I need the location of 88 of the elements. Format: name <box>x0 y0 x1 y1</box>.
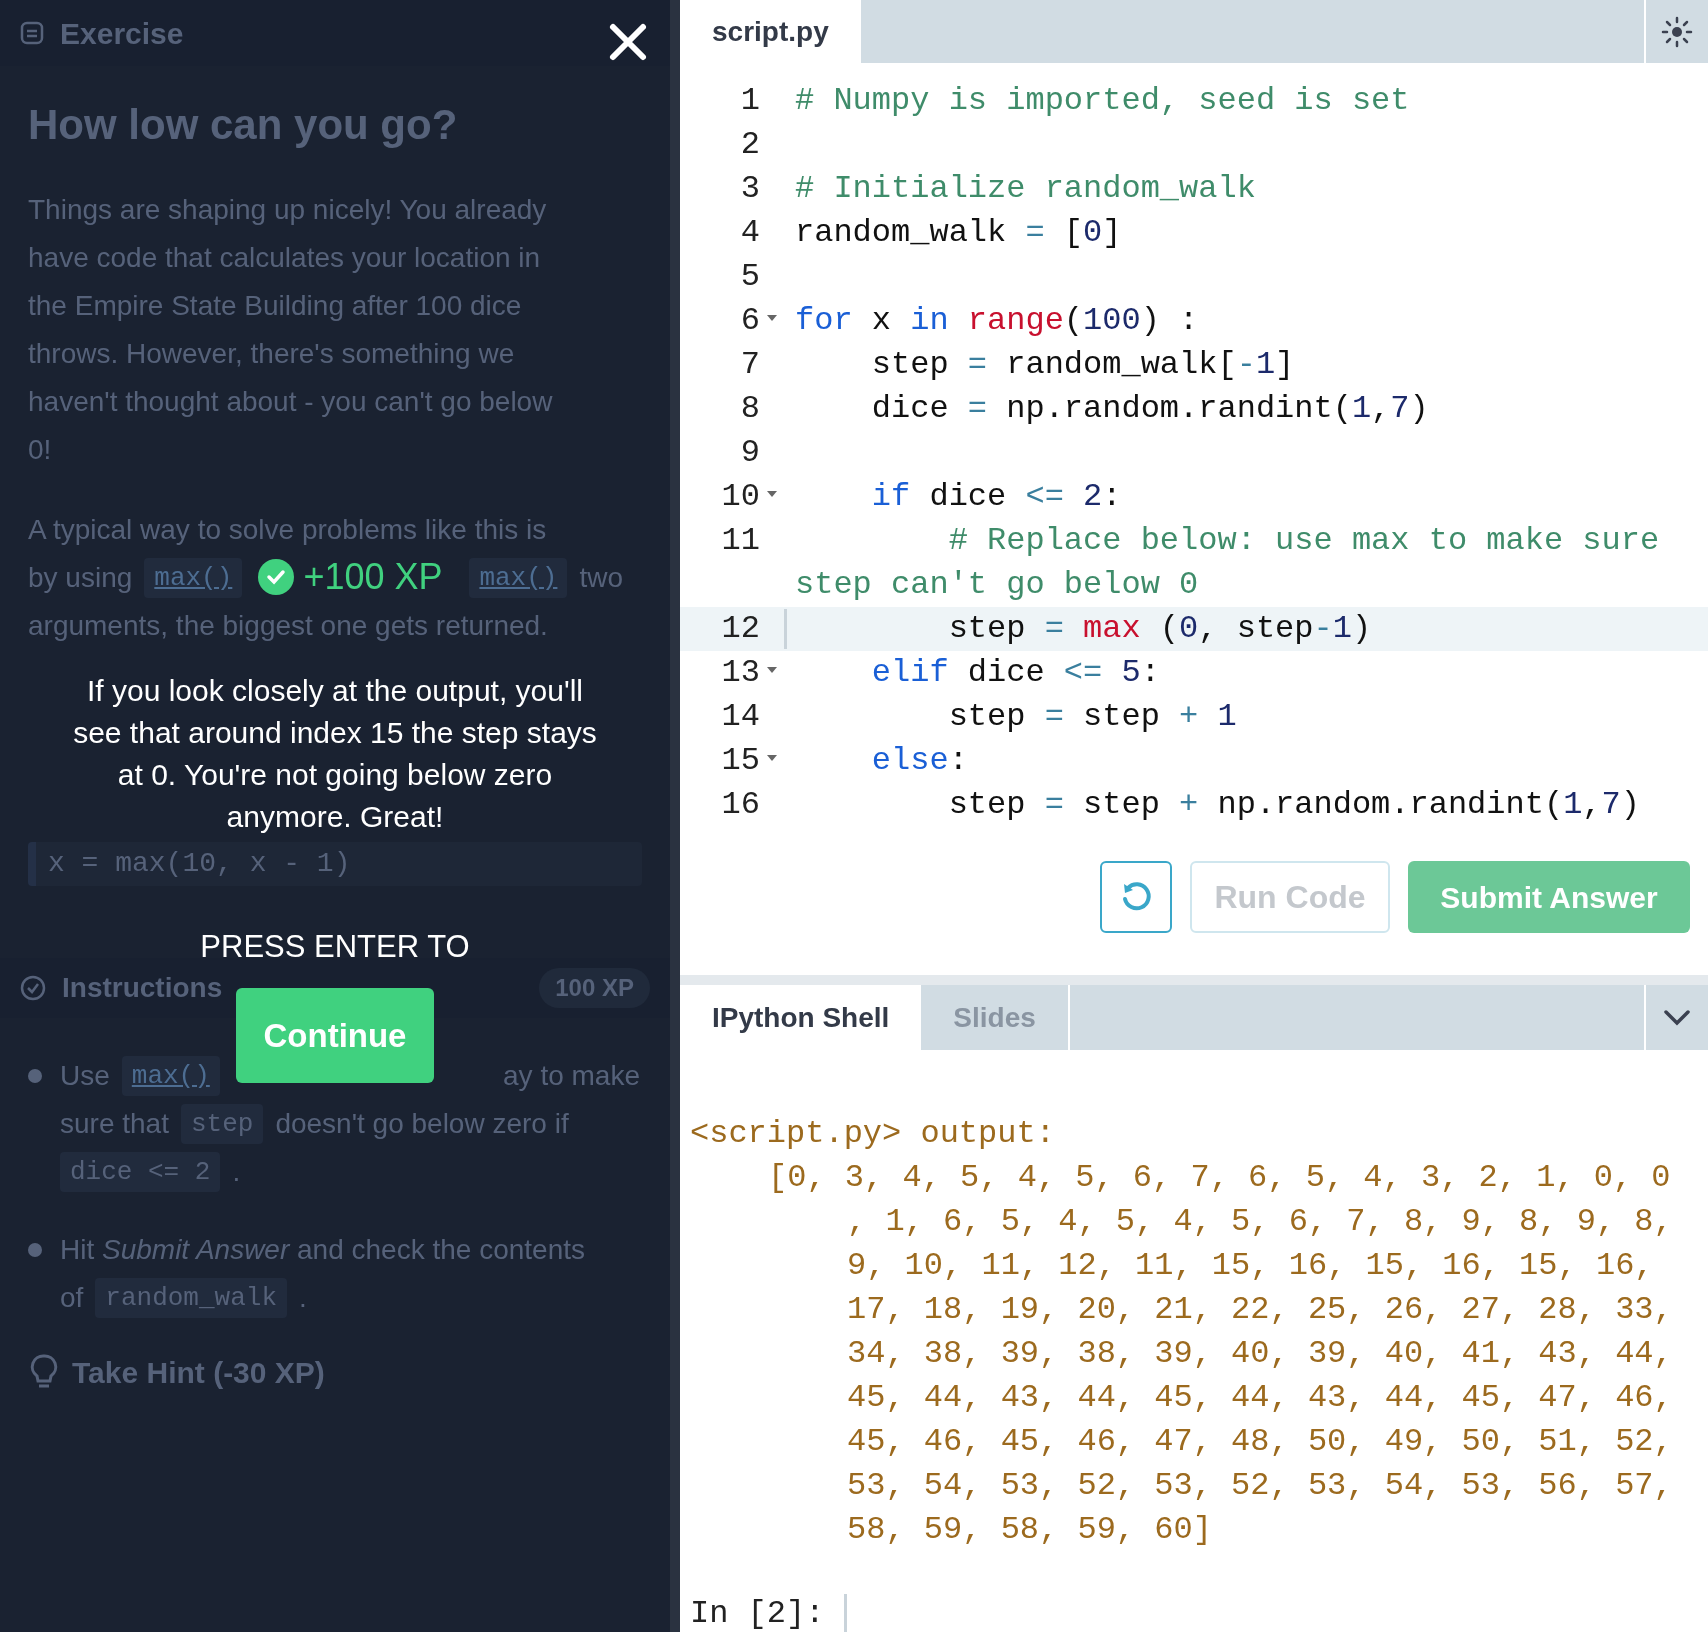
shell-tab[interactable]: Slides <box>921 985 1070 1050</box>
sun-icon[interactable] <box>1661 15 1693 48</box>
code-line: step = step + 1 <box>947 698 1237 735</box>
output-line: 17, 18, 19, 20, 21, 22, 25, 26, 27, 28, 33, <box>846 1290 1674 1330</box>
check-circle-icon <box>20 975 46 1001</box>
code-link[interactable]: max() <box>121 1056 220 1096</box>
paragraph-text: by using <box>28 561 133 595</box>
xp-badge: 100 XP <box>539 968 650 1008</box>
shell-tab[interactable]: IPython Shell <box>680 985 922 1050</box>
paragraph: Things are shaping up nicely! You already have code that calculates your location in the Empire State Building after 100 dice throws. However, there's something we haven't thought about - you can't go below 0! <box>28 193 554 467</box>
text-cursor <box>844 1594 848 1632</box>
code-link[interactable]: max() <box>469 558 568 598</box>
line-number: 16 <box>720 785 760 825</box>
line-number: 9 <box>739 433 760 473</box>
fold-caret-icon[interactable] <box>767 315 777 322</box>
inline-code: dice <= 2 <box>60 1152 221 1192</box>
line-number: 14 <box>720 697 760 737</box>
code-line: for x in range(100) : <box>795 302 1199 339</box>
chevron-down-icon[interactable] <box>1663 1008 1691 1027</box>
take-hint-link[interactable]: Take Hint (-30 XP) <box>72 1349 325 1395</box>
line-number: 11 <box>720 521 760 561</box>
output-line: 9, 10, 11, 12, 11, 15, 16, 15, 16, 15, 16, <box>846 1246 1655 1286</box>
line-number: 4 <box>739 213 760 253</box>
fold-caret-icon[interactable] <box>767 755 777 762</box>
output-line: [0, 3, 4, 5, 4, 5, 6, 7, 6, 5, 4, 3, 2, 1, 0, 0 <box>767 1158 1672 1198</box>
code-line: # Replace below: use max to make sure step can't go below 0 <box>795 522 1661 603</box>
line-number: 15 <box>720 741 760 781</box>
paragraph-text: ay to make <box>503 1059 640 1093</box>
submit-answer-button[interactable]: Submit Answer <box>1408 861 1690 933</box>
output-line: 34, 38, 39, 38, 39, 40, 39, 40, 41, 43, 44, <box>846 1334 1674 1374</box>
line-number: 5 <box>739 257 760 297</box>
close-icon[interactable] <box>608 22 648 62</box>
code-link[interactable]: max() <box>144 558 243 598</box>
line-number: 7 <box>739 345 760 385</box>
code-line: step = max (0, step-1) <box>947 610 1372 647</box>
file-tab[interactable]: script.py <box>680 0 861 63</box>
inline-code: random_walk <box>95 1278 287 1318</box>
code-line: step = step + np.random.randint(1,7) <box>947 786 1640 823</box>
paragraph-text: of <box>60 1281 84 1315</box>
section-title: Instructions <box>62 971 223 1005</box>
fold-caret-icon[interactable] <box>767 667 777 674</box>
shell-prompt: In [2]: <box>690 1594 825 1632</box>
code-block: x = max(10, x - 1) <box>28 842 642 886</box>
line-number: 2 <box>739 125 760 165</box>
code-line: if dice <= 2: <box>870 478 1122 515</box>
lightbulb-icon <box>30 1354 58 1390</box>
output-line: 45, 44, 43, 44, 45, 44, 43, 44, 45, 47, 46, <box>846 1378 1674 1418</box>
paragraph-text: . <box>232 1155 241 1189</box>
code-line: # Numpy is imported, seed is set <box>795 82 1410 119</box>
line-number: 6 <box>739 301 760 341</box>
code-line: step = random_walk[-1] <box>870 346 1295 383</box>
success-message: If you look closely at the output, you'll see that around index 15 the step stays at 0. You're not going below zero anymore. Great! <box>73 673 597 835</box>
output-line: 45, 46, 45, 46, 47, 48, 50, 49, 50, 51, 52, <box>846 1422 1674 1462</box>
output-line: , 1, 6, 5, 4, 5, 4, 5, 6, 7, 8, 9, 8, 9, 8, <box>846 1202 1674 1242</box>
check-circle-icon <box>257 558 296 596</box>
continue-button[interactable]: Continue <box>236 988 434 1083</box>
paragraph-text: Use <box>60 1059 110 1093</box>
text-cursor <box>784 609 787 649</box>
line-number: 1 <box>739 81 760 121</box>
exercise-title: How low can you go? <box>28 100 459 150</box>
code-line: else: <box>870 742 968 779</box>
paragraph-text: sure that <box>60 1107 169 1141</box>
line-number: 12 <box>720 609 760 649</box>
code-line: dice = np.random.randint(1,7) <box>870 390 1429 427</box>
reset-button[interactable] <box>1100 861 1172 933</box>
paragraph-text: A typical way to solve problems like this is <box>28 513 547 547</box>
line-number: 3 <box>739 169 760 209</box>
section-title: Exercise <box>60 15 184 52</box>
code-line: # Initialize random_walk <box>795 170 1256 207</box>
run-code-button[interactable]: Run Code <box>1190 861 1390 933</box>
code-line: elif dice <= 5: <box>870 654 1160 691</box>
paragraph-text: doesn't go below zero if <box>275 1107 569 1141</box>
output-header: <script.py> output: <box>690 1114 1056 1154</box>
output-line: 53, 54, 53, 52, 53, 52, 53, 54, 53, 56, 57, <box>846 1466 1674 1506</box>
document-icon <box>20 21 44 45</box>
line-number: 10 <box>720 477 760 517</box>
paragraph-text: . <box>299 1281 307 1315</box>
paragraph-text: two <box>579 561 623 595</box>
fold-caret-icon[interactable] <box>767 491 777 498</box>
enter-prompt: PRESS ENTER TO <box>200 928 470 964</box>
code-line: random_walk = [0] <box>795 214 1122 251</box>
paragraph-text: Hit Submit Answer and check the contents <box>60 1233 585 1267</box>
paragraph-text: arguments, the biggest one gets returned. <box>28 609 548 643</box>
line-number: 8 <box>739 389 760 429</box>
output-line: 58, 59, 58, 59, 60] <box>846 1510 1213 1550</box>
line-number: 13 <box>720 653 760 693</box>
xp-reward: +100 XP <box>303 555 443 599</box>
inline-code: step <box>180 1104 264 1144</box>
